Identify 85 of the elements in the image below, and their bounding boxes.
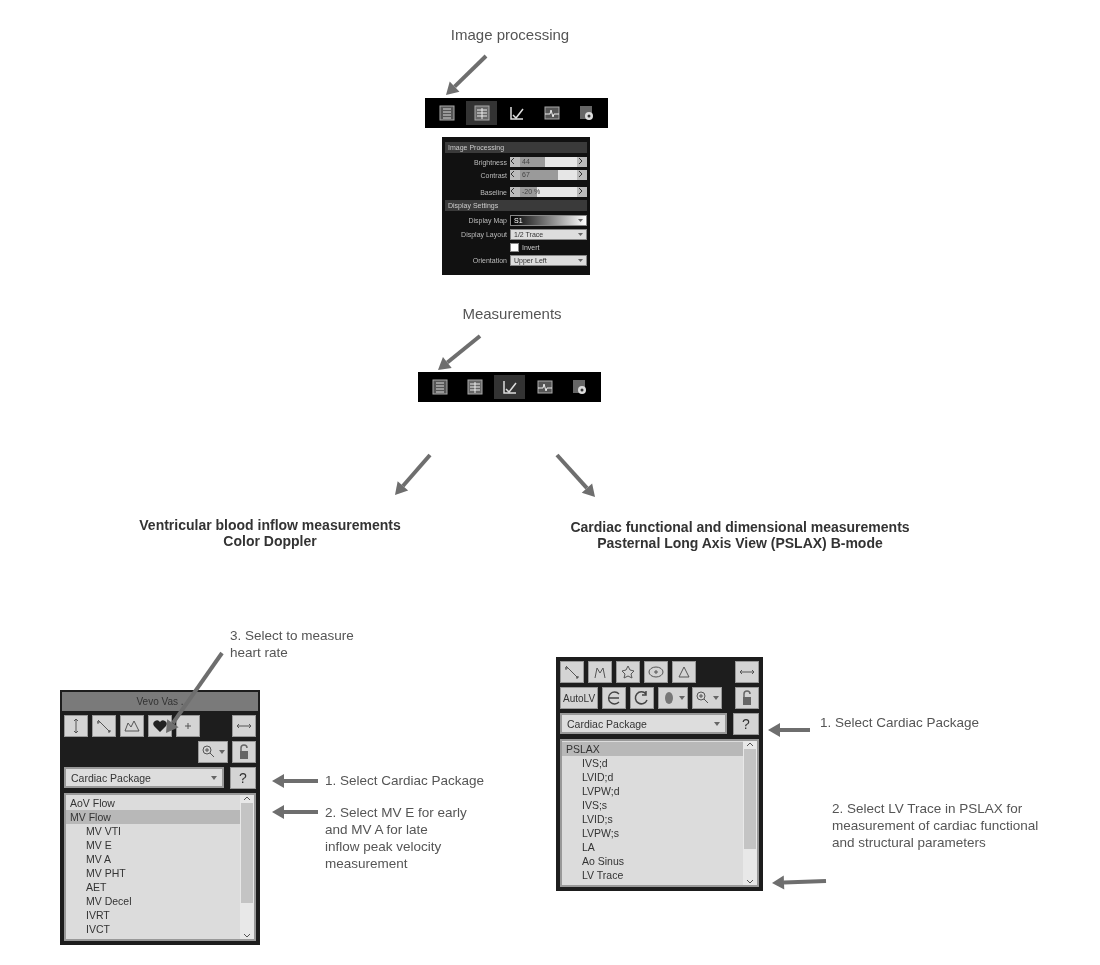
tool-button[interactable] (148, 715, 172, 737)
rotate-icon (634, 690, 651, 706)
diagonal-line-icon (96, 718, 112, 734)
package-dropdown[interactable]: Cardiac Package (560, 713, 727, 734)
tool-button[interactable] (602, 687, 627, 709)
scroll-up-icon (746, 741, 754, 747)
package-dropdown[interactable]: Cardiac Package (64, 767, 224, 788)
caret-icon (578, 219, 583, 222)
caret-icon (219, 750, 225, 754)
list-icon (438, 105, 455, 121)
tool-button[interactable] (630, 687, 655, 709)
lock-button[interactable] (735, 687, 759, 709)
list-item[interactable]: MV PHT (66, 866, 240, 880)
list-item[interactable]: LVID;s (562, 812, 743, 826)
list-item[interactable]: LVID;d (562, 770, 743, 784)
list-item[interactable]: IVCT (66, 922, 240, 936)
pointer-arrow (272, 774, 318, 788)
toolbar-tab[interactable] (494, 375, 525, 399)
list-item[interactable]: MV A (66, 852, 240, 866)
help-button[interactable]: ? (230, 767, 256, 789)
list-item[interactable]: MV VTI (66, 824, 240, 838)
annotation: 2. Select MV E for early and MV A for late inflow peak velocity measurement (325, 804, 467, 872)
scrollbar[interactable] (240, 795, 254, 939)
tool-button[interactable] (92, 715, 116, 737)
list-item[interactable]: MV E (66, 838, 240, 852)
grid-icon (473, 105, 490, 121)
list-item[interactable]: LVPW;d (562, 784, 743, 798)
caret-icon (211, 775, 217, 780)
auto-lv-button[interactable]: AutoLV (560, 687, 599, 709)
caret-icon (679, 696, 686, 700)
checkmark-chart-icon (508, 105, 525, 121)
triangle-icon (676, 664, 692, 680)
grid-icon (466, 379, 483, 395)
scroll-up-icon (243, 795, 251, 801)
panel-title: Vevo Vas . (62, 692, 258, 711)
heart-icon (152, 718, 168, 734)
help-button[interactable]: ? (733, 713, 759, 735)
list-item[interactable]: LVPW;s (562, 826, 743, 840)
pointer-arrow (772, 875, 827, 890)
caption: Cardiac functional and dimensional measurements Pasternal Long Axis View (PSLAX) B-mode (569, 519, 911, 551)
zoom-icon (201, 744, 217, 760)
list-item[interactable]: AoV Flow (66, 796, 240, 810)
pointer-arrow (272, 805, 318, 819)
trace-icon (124, 718, 140, 734)
scrollbar[interactable] (743, 741, 757, 885)
list-item[interactable]: IVS;d (562, 756, 743, 770)
pointer-arrow (438, 334, 482, 370)
waveform-icon (536, 379, 553, 395)
list-item[interactable]: MV Flow (66, 810, 240, 824)
list-item[interactable]: Ao Sinus (562, 854, 743, 868)
checkmark-chart-icon (501, 379, 518, 395)
caret-icon (578, 259, 583, 262)
star-icon (620, 664, 636, 680)
waveform-icon (543, 105, 560, 121)
zoom-button[interactable] (692, 687, 723, 709)
pointer-arrow (555, 453, 595, 497)
list-item[interactable]: IVRT (66, 908, 240, 922)
section-heading: Measurements (461, 305, 563, 322)
shape-button[interactable] (658, 687, 689, 709)
pointer-arrow (768, 723, 810, 737)
list-item[interactable]: MV Decel (66, 894, 240, 908)
caret-icon (578, 233, 583, 236)
diagonal-line-icon (564, 664, 580, 680)
scroll-down-icon (243, 933, 251, 939)
annotation: 3. Select to measure heart rate (230, 627, 354, 661)
annotation: 1. Select Cardiac Package (820, 714, 980, 731)
caption: Ventricular blood inflow measurements Color Doppler (138, 517, 402, 549)
list-item[interactable]: PSLAX (562, 742, 743, 756)
pointer-arrow (446, 54, 488, 95)
list-item[interactable]: LA (562, 840, 743, 854)
annotation: 1. Select Cardiac Package (325, 772, 485, 789)
ellipse-icon (648, 664, 664, 680)
lock-button[interactable] (232, 741, 256, 763)
section-heading: Image processing (449, 26, 571, 43)
tool-button[interactable] (560, 661, 584, 683)
annotation: 2. Select LV Trace in PSLAX for measurement of cardiac functional and structural parameters (832, 800, 1039, 851)
checkbox[interactable] (510, 243, 519, 252)
caret-icon (714, 721, 720, 726)
list-item[interactable]: LV Trace (562, 868, 743, 882)
list-item[interactable]: AET (66, 880, 240, 894)
scroll-down-icon (746, 879, 754, 885)
pointer-arrow (395, 453, 432, 495)
list-item[interactable]: IVS;s (562, 798, 743, 812)
list-icon (431, 379, 448, 395)
caret-icon (713, 696, 720, 700)
